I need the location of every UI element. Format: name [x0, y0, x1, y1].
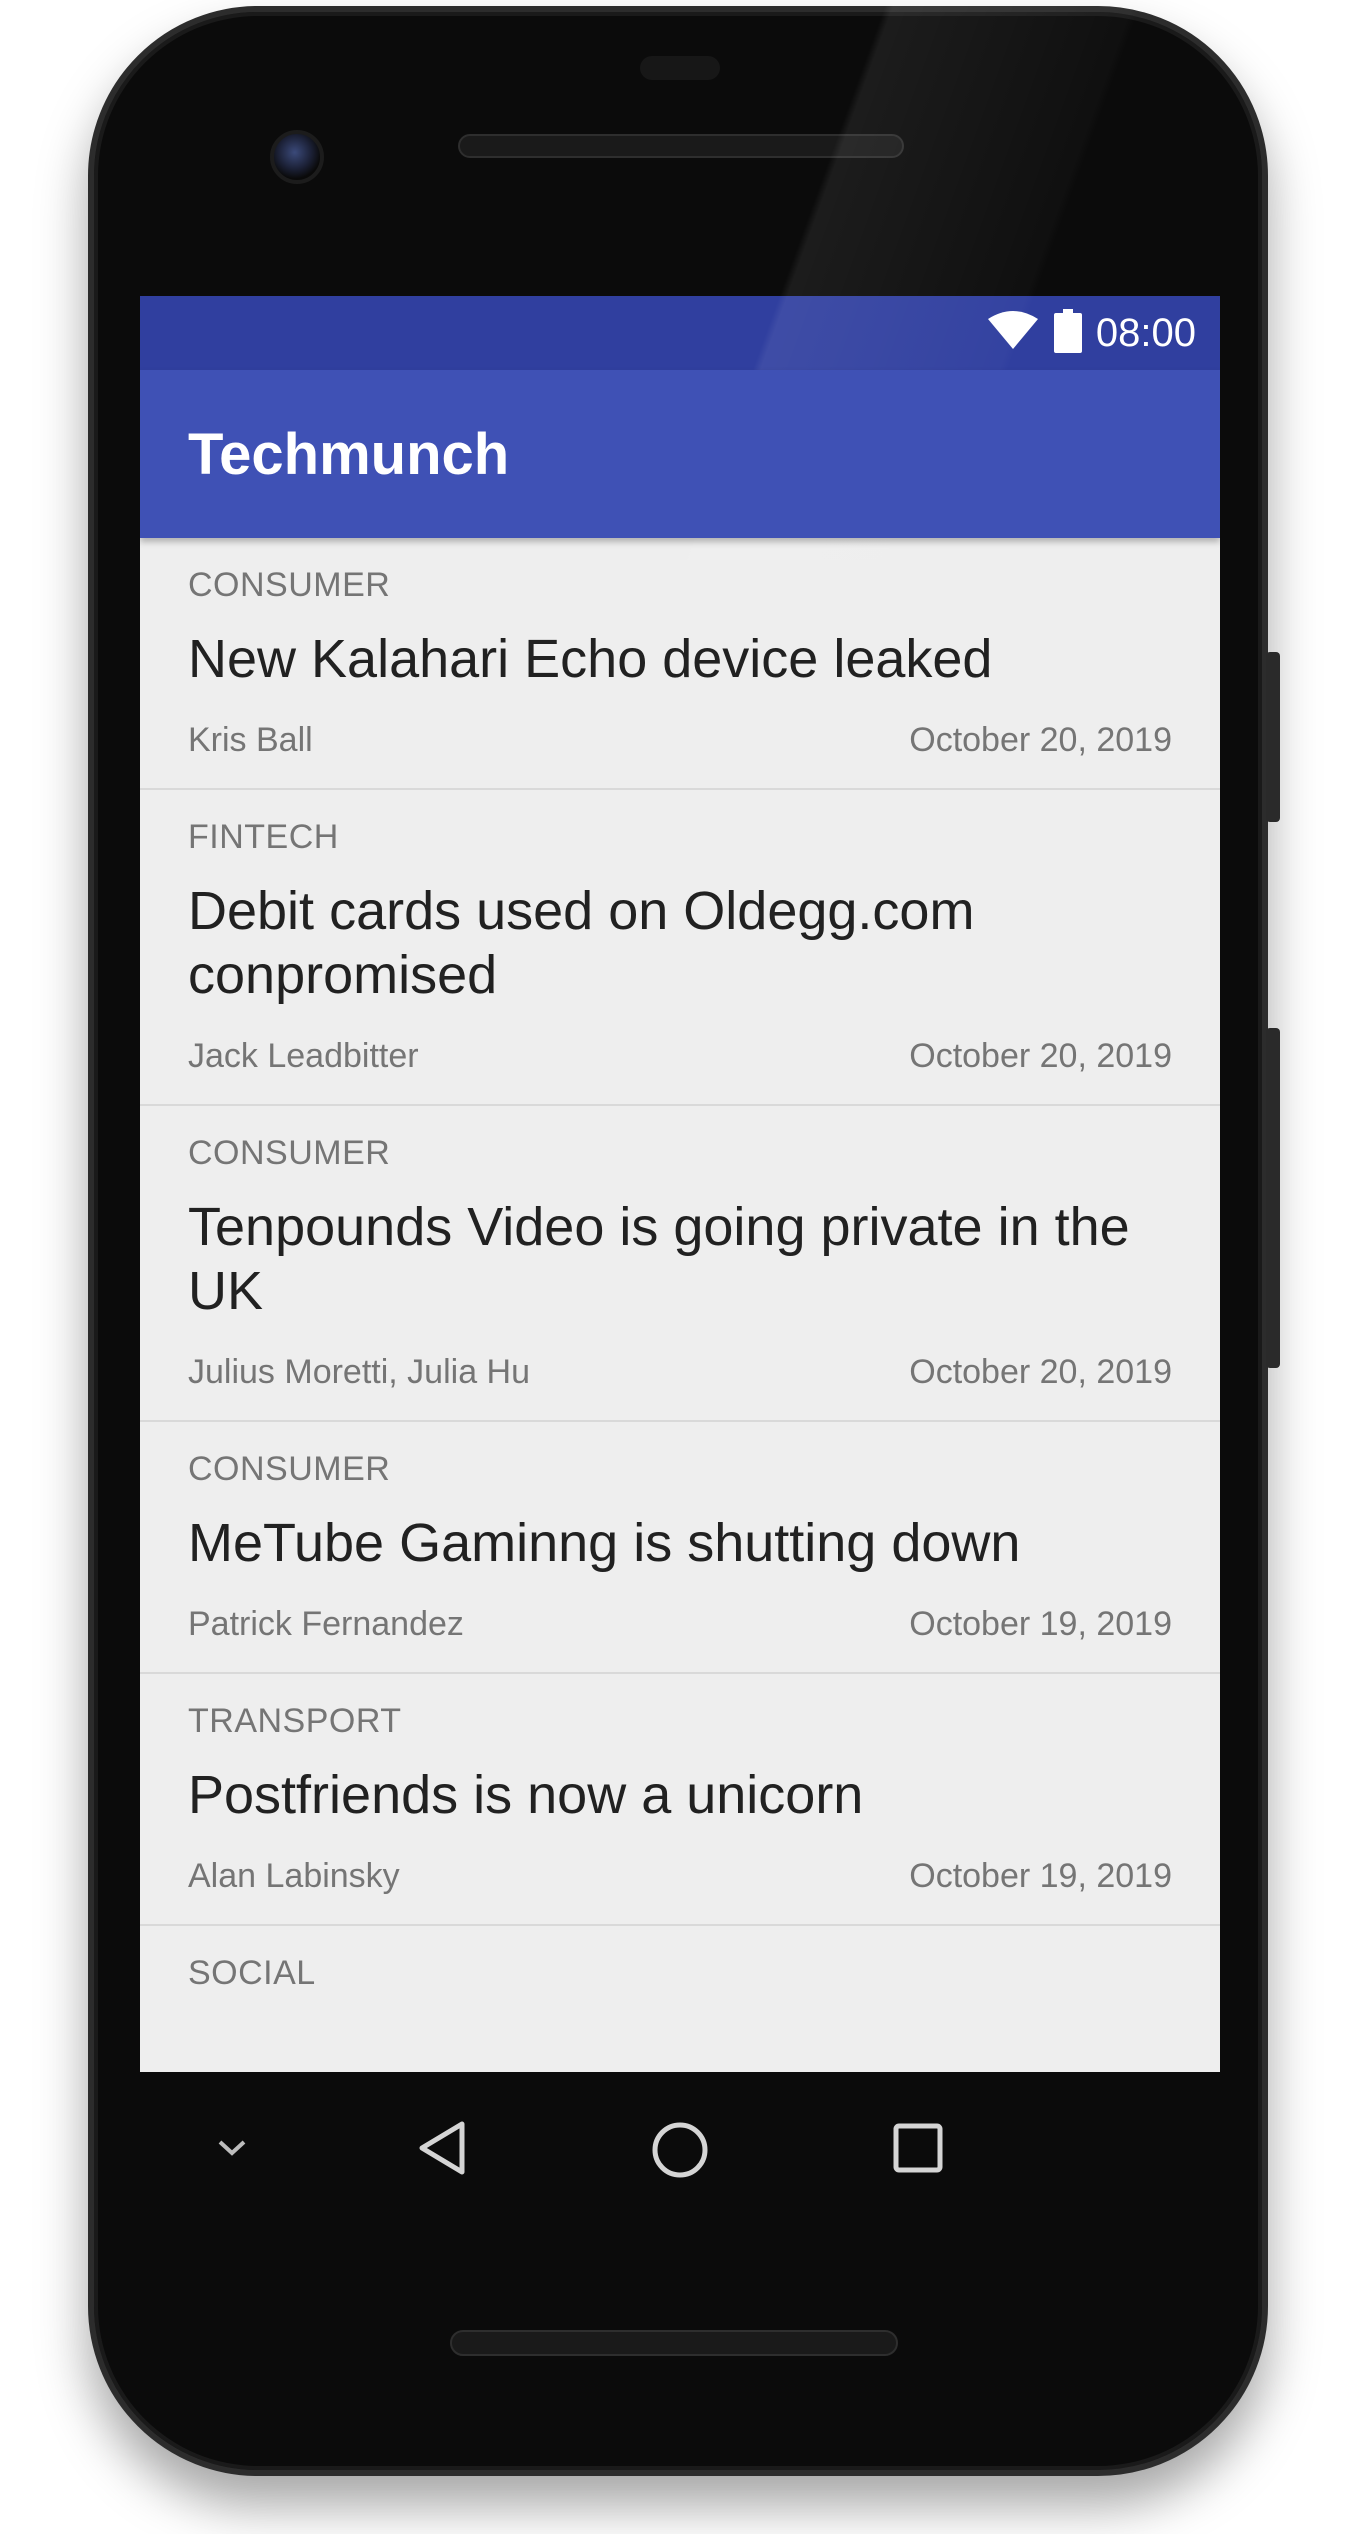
back-triangle-icon	[419, 2121, 465, 2175]
article-item[interactable]: SOCIAL	[140, 1926, 1220, 2021]
article-headline: MeTube Gaminng is shutting down	[188, 1513, 1021, 1573]
article-list[interactable]: CONSUMER New Kalahari Echo device leaked…	[140, 538, 1220, 2021]
article-author: Patrick Fernandez	[188, 1605, 464, 1643]
volume-rocker	[1266, 1028, 1280, 1368]
article-author: Alan Labinsky	[188, 1857, 400, 1895]
article-date: October 20, 2019	[909, 721, 1172, 759]
article-category: TRANSPORT	[188, 1702, 402, 1740]
chevron-down-icon[interactable]	[204, 2120, 260, 2176]
article-headline: Postfriends is now a unicorn	[188, 1765, 864, 1825]
article-author: Jack Leadbitter	[188, 1037, 419, 1075]
app-screen: 08:00 Techmunch CONSUMER New Kalahari Ec…	[140, 296, 1220, 2072]
battery-icon	[1053, 308, 1082, 358]
article-date: October 20, 2019	[909, 1353, 1172, 1391]
article-category: CONSUMER	[188, 1134, 391, 1172]
article-category: CONSUMER	[188, 566, 391, 604]
front-camera	[270, 130, 324, 184]
article-item[interactable]: CONSUMER Tenpounds Video is going privat…	[140, 1106, 1220, 1422]
home-button[interactable]	[642, 2112, 718, 2188]
wifi-icon	[986, 310, 1040, 356]
navigation-bar	[140, 2072, 1220, 2222]
article-item[interactable]: CONSUMER New Kalahari Echo device leaked…	[140, 538, 1220, 790]
article-date: October 19, 2019	[909, 1605, 1172, 1643]
article-date: October 19, 2019	[909, 1857, 1172, 1895]
home-circle-icon	[652, 2122, 708, 2178]
recents-button[interactable]	[882, 2112, 954, 2184]
article-date: October 20, 2019	[909, 1037, 1172, 1075]
top-speaker	[458, 134, 904, 158]
app-bar: Techmunch	[140, 370, 1220, 538]
app-title: Techmunch	[188, 421, 510, 487]
article-item[interactable]: CONSUMER MeTube Gaminng is shutting down…	[140, 1422, 1220, 1674]
article-author: Kris Ball	[188, 721, 313, 759]
recents-square-icon	[893, 2123, 943, 2173]
article-item[interactable]: FINTECH Debit cards used on Oldegg.com c…	[140, 790, 1220, 1106]
power-button	[1266, 652, 1280, 822]
article-category: SOCIAL	[188, 1954, 316, 1992]
article-category: CONSUMER	[188, 1450, 391, 1488]
status-bar: 08:00	[140, 296, 1220, 370]
article-item[interactable]: TRANSPORT Postfriends is now a unicorn A…	[140, 1674, 1220, 1926]
article-headline: New Kalahari Echo device leaked	[188, 629, 993, 689]
status-time: 08:00	[1095, 310, 1196, 355]
article-category: FINTECH	[188, 818, 339, 856]
article-headline: Tenpounds Video is going private in the …	[188, 1197, 1130, 1321]
article-headline: Debit cards used on Oldegg.com conpromis…	[188, 881, 975, 1005]
back-button[interactable]	[406, 2112, 478, 2184]
article-author: Julius Moretti, Julia Hu	[188, 1353, 531, 1391]
front-sensor	[640, 56, 720, 80]
bottom-speaker	[450, 2330, 898, 2356]
